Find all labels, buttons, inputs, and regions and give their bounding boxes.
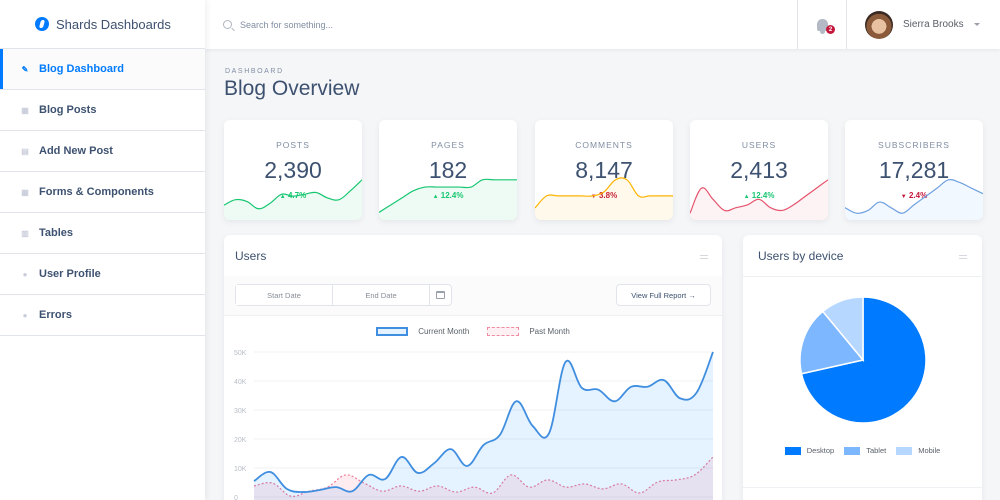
y-tick-label: 40K (234, 379, 247, 386)
pencil-icon: ✎ (21, 64, 29, 74)
stat-label: POSTS (276, 140, 310, 150)
pie-legend: Desktop Tablet Mobile (743, 446, 982, 455)
sidebar-item-label: Blog Dashboard (39, 63, 124, 75)
sparkline (690, 179, 828, 220)
calendar-button[interactable] (430, 285, 451, 305)
legend-swatch (784, 446, 801, 455)
users-line-chart: 0 10K 20K 30K 40K 50K (234, 350, 714, 500)
table-icon: ▥ (21, 228, 29, 238)
legend-label: Mobile (918, 446, 941, 455)
search-input[interactable] (240, 19, 540, 30)
legend-label: Tablet (866, 446, 887, 455)
sidebar-item-errors[interactable]: ● Errors (0, 295, 205, 336)
user-menu[interactable]: Sierra Brooks (847, 10, 1000, 39)
divider (743, 276, 982, 277)
legend-item-current-month[interactable]: Current Month (376, 327, 469, 336)
legend-label: Past Month (529, 327, 570, 336)
brand-name: Shards Dashboards (56, 16, 171, 32)
sidebar-item-add-new-post[interactable]: ▤ Add New Post (0, 131, 205, 172)
legend-item-desktop[interactable]: Desktop (784, 446, 835, 455)
sidebar-nav: ✎ Blog Dashboard ▦ Blog Posts ▤ Add New … (0, 49, 205, 336)
note-add-icon: ▤ (21, 146, 29, 156)
search-icon (223, 20, 232, 29)
end-date-input[interactable] (333, 285, 430, 305)
y-tick-label: 10K (234, 466, 247, 473)
sparkline-area (224, 179, 362, 220)
menu-icon[interactable] (959, 255, 967, 259)
card-title: Users by device (758, 249, 844, 263)
sparkline (845, 178, 983, 220)
person-icon: ● (22, 269, 28, 279)
sidebar-item-forms-components[interactable]: ▦ Forms & Components (0, 172, 205, 213)
y-tick-label: 30K (234, 408, 247, 415)
view-module-icon: ▦ (21, 187, 29, 197)
stat-card-posts: POSTS 2,390 ▲ 4.7% (224, 120, 362, 220)
legend-swatch (376, 327, 409, 336)
sparkline-area (845, 179, 983, 220)
y-tick-label: 0 (234, 495, 238, 500)
sparkline (224, 179, 362, 220)
users-toolbar: View Full Report → (224, 276, 722, 316)
stat-label: COMMENTS (575, 140, 633, 150)
sparkline-area (535, 177, 673, 220)
users-card: Users View Full Report → Current Month P… (224, 235, 722, 500)
legend-label: Current Month (418, 327, 470, 336)
stat-label: USERS (741, 140, 777, 150)
users-by-device-card: Users by device Desktop Tablet Mobile (743, 235, 982, 500)
legend-item-tablet[interactable]: Tablet (844, 446, 886, 455)
sparkline (379, 178, 517, 220)
y-tick-label: 50K (234, 350, 247, 357)
sparkline (535, 177, 673, 220)
chevron-down-icon (973, 23, 980, 26)
stat-card-comments: COMMENTS 8,147 ▼ 3.8% (535, 120, 673, 220)
sidebar-item-tables[interactable]: ▥ Tables (0, 213, 205, 254)
y-tick-label: 20K (234, 437, 247, 444)
main-content: DASHBOARD Blog Overview POSTS 2,390 ▲ 4.… (205, 49, 1000, 500)
sidebar-item-label: Forms & Components (39, 186, 154, 198)
device-pie-chart (799, 296, 927, 424)
legend-item-past-month[interactable]: Past Month (487, 327, 570, 336)
start-date-input[interactable] (236, 285, 333, 305)
date-range (235, 284, 452, 306)
menu-icon[interactable] (700, 255, 708, 259)
sidebar-item-label: User Profile (39, 268, 101, 280)
notifications-button[interactable]: 2 (797, 0, 847, 49)
page-subtitle: DASHBOARD (225, 68, 284, 75)
chart-legend: Current Month Past Month (224, 327, 722, 336)
legend-swatch (844, 446, 861, 455)
error-icon: ● (22, 310, 28, 320)
avatar (865, 10, 893, 39)
stat-label: PAGES (431, 140, 465, 150)
legend-swatch (487, 327, 520, 336)
search-bar (205, 19, 797, 30)
sidebar: Shards Dashboards ✎ Blog Dashboard ▦ Blo… (0, 0, 205, 500)
page-title: Blog Overview (224, 77, 360, 100)
shards-logo-icon (35, 17, 49, 31)
grid-icon: ▦ (21, 105, 29, 115)
sidebar-item-user-profile[interactable]: ● User Profile (0, 254, 205, 295)
top-navbar: 2 Sierra Brooks (205, 0, 1000, 49)
series-area-current-month (254, 352, 713, 500)
sidebar-item-label: Add New Post (39, 145, 113, 157)
legend-label: Desktop (806, 446, 835, 455)
card-title: Users (235, 249, 267, 263)
stat-card-pages: PAGES 182 ▲ 12.4% (379, 120, 517, 220)
sidebar-item-label: Blog Posts (39, 104, 97, 116)
sidebar-item-label: Tables (39, 227, 74, 239)
stat-label: SUBSCRIBERS (878, 140, 950, 150)
view-full-report-button[interactable]: View Full Report → (616, 284, 711, 306)
user-name: Sierra Brooks (903, 19, 964, 30)
notification-badge: 2 (826, 25, 835, 34)
legend-item-mobile[interactable]: Mobile (896, 446, 940, 455)
calendar-icon (436, 291, 445, 299)
legend-swatch (896, 446, 913, 455)
stat-card-subscribers: SUBSCRIBERS 17,281 ▼ 2.4% (845, 120, 983, 220)
sidebar-item-label: Errors (39, 309, 73, 321)
brand[interactable]: Shards Dashboards (0, 0, 205, 49)
divider (743, 487, 982, 488)
sidebar-item-blog-dashboard[interactable]: ✎ Blog Dashboard (0, 49, 205, 90)
sparkline-area (690, 179, 828, 220)
stat-card-users: USERS 2,413 ▲ 12.4% (690, 120, 828, 220)
sidebar-item-blog-posts[interactable]: ▦ Blog Posts (0, 90, 205, 131)
